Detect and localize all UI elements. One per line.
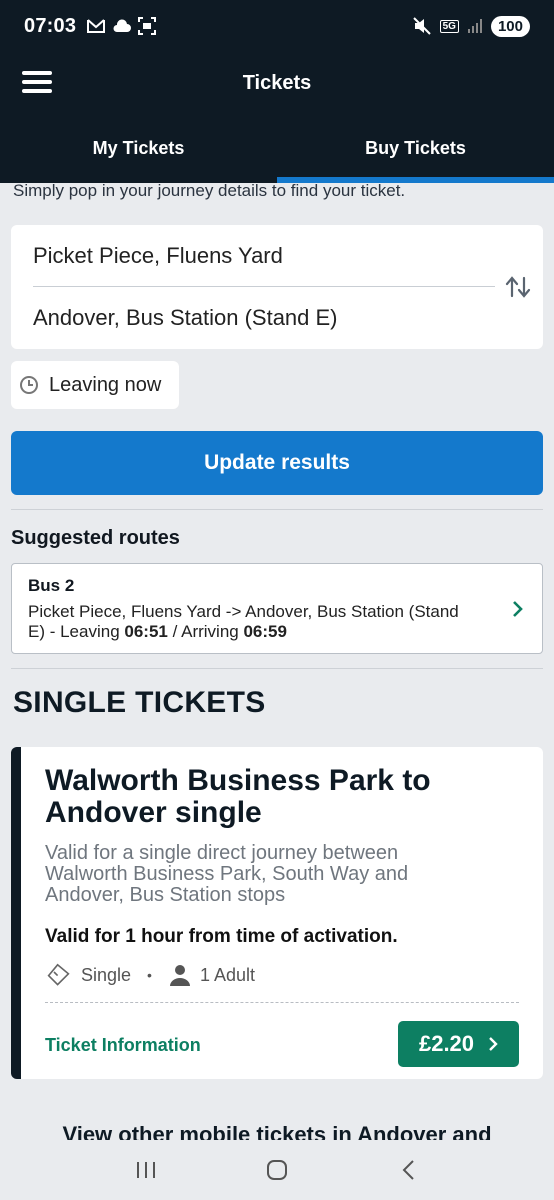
home-button[interactable] [257,1150,297,1190]
other-tickets-link[interactable]: View other mobile tickets in Andover and [0,1118,554,1140]
leaving-label: Leaving now [49,373,162,396]
gmail-icon [87,19,106,33]
ticket-name: Walworth Business Park to Andover single [45,764,431,829]
status-bar: 07:03 5G 100 [0,0,554,52]
network-badge: 5G [439,19,459,33]
clock-icon [20,376,38,394]
swap-direction-icon[interactable] [505,275,531,299]
journey-form: Picket Piece, Fluens Yard Andover, Bus S… [11,225,543,349]
to-field[interactable]: Andover, Bus Station (Stand E) [33,305,338,331]
divider [11,668,543,669]
chevron-right-icon [513,601,523,617]
ticket-information-link[interactable]: Ticket Information [45,1035,201,1056]
chevron-right-icon [489,1037,498,1051]
recent-apps-icon [136,1162,155,1178]
ticket-validity-text: Valid for a single direct journey betwee… [45,842,409,906]
single-tickets-heading: SINGLE TICKETS [13,686,266,719]
battery-indicator: 100 [490,15,530,37]
route-description: Picket Piece, Fluens Yard -> Andover, Bu… [28,602,459,641]
journey-divider [33,286,495,287]
signal-icon [467,19,482,33]
ticket-price: £2.20 [418,1031,475,1056]
recent-apps-button[interactable] [126,1150,166,1190]
ticket-icon [47,963,70,986]
buy-price-button[interactable]: £2.20 [398,1021,519,1067]
ticket-card: Walworth Business Park to Andover single… [11,747,543,1079]
route-card[interactable]: Bus 2 Picket Piece, Fluens Yard -> Andov… [11,563,543,654]
back-icon [402,1160,415,1180]
intro-text: Simply pop in your journey details to fi… [13,181,406,200]
route-bus: Bus 2 [28,576,75,595]
from-field[interactable]: Picket Piece, Fluens Yard [33,243,283,269]
divider [11,509,543,510]
cloud-icon [113,19,132,32]
tab-my-tickets[interactable]: My Tickets [0,114,277,183]
back-button[interactable] [388,1150,428,1190]
mute-icon [412,17,431,35]
app-bar: Tickets [0,52,554,114]
status-time: 07:03 [24,14,77,37]
ticket-duration: Valid for 1 hour from time of activation… [45,926,398,947]
ticket-passengers: 1 Adult [199,964,255,985]
page-title: Tickets [242,71,312,94]
ticket-meta: Single • 1 Adult [45,963,255,987]
leaving-time-selector[interactable]: Leaving now [11,361,179,409]
dashed-divider [45,1002,519,1003]
route-leave-time: 06:51 [124,622,168,641]
tab-buy-tickets[interactable]: Buy Tickets [277,114,554,183]
update-results-button[interactable]: Update results [11,431,543,495]
system-nav-bar [0,1140,554,1200]
person-icon [169,965,190,986]
suggested-routes-heading: Suggested routes [11,527,180,549]
tab-bar: My Tickets Buy Tickets [0,114,554,183]
hamburger-menu-icon[interactable] [22,69,52,95]
route-arrive-time: 06:59 [243,622,287,641]
ticket-type: Single [81,964,132,985]
home-icon [266,1160,287,1180]
screenshot-icon [138,17,157,35]
